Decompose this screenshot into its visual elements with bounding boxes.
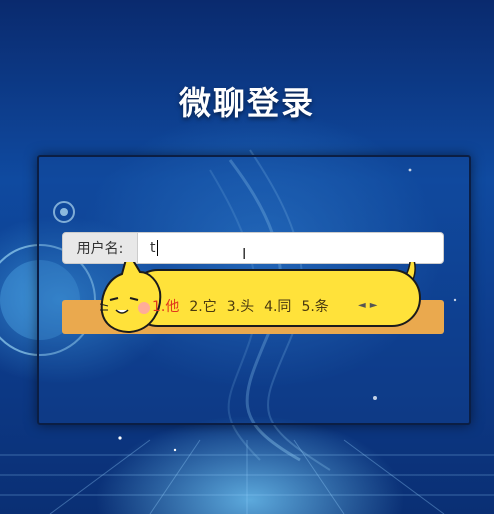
username-row: 用户名: t I — [62, 232, 444, 264]
ime-candidate[interactable]: 2.它 — [189, 296, 216, 316]
username-input-value: t — [150, 240, 156, 256]
ime-candidate[interactable]: 1.他 — [152, 296, 179, 316]
ime-page-arrows: ◄► — [358, 300, 381, 311]
ime-candidate[interactable]: 3.头 — [227, 296, 254, 316]
username-label: 用户名: — [62, 232, 138, 264]
ime-prev-page-icon[interactable]: ◄ — [358, 300, 370, 311]
ime-candidate[interactable]: 4.同 — [264, 296, 291, 316]
ime-candidate-bar: 1.他 2.它 3.头 4.同 5.条 ◄► — [100, 262, 430, 334]
ime-next-page-icon[interactable]: ► — [370, 300, 382, 311]
page-title: 微聊登录 — [178, 84, 315, 122]
ime-candidate-list: 1.他 2.它 3.头 4.同 5.条 — [152, 296, 329, 316]
username-input[interactable]: t I — [138, 232, 444, 264]
text-caret — [156, 240, 158, 256]
ime-candidate[interactable]: 5.条 — [301, 296, 328, 316]
